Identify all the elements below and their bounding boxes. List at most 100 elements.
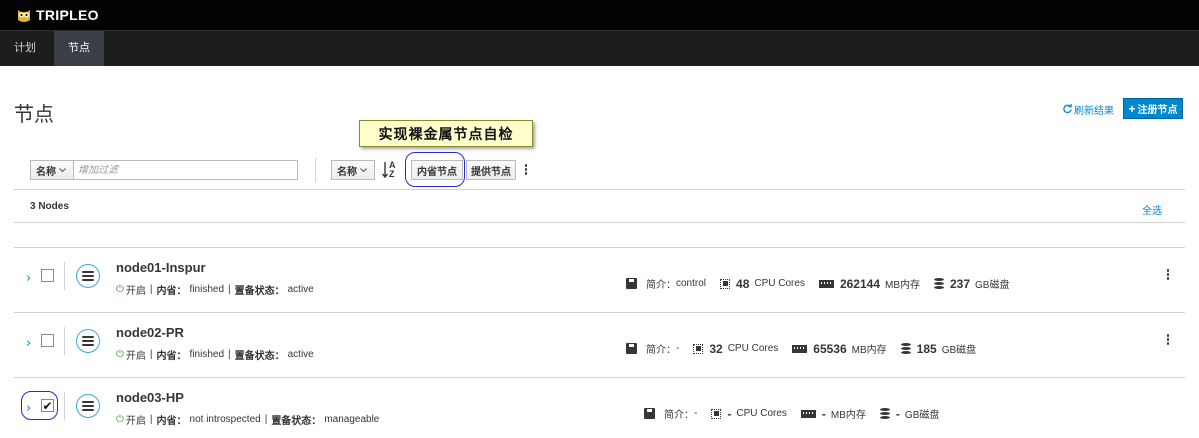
profile-icon: [626, 343, 637, 354]
expand-chevron-icon[interactable]: ›: [26, 271, 31, 286]
power-state: 开启: [125, 351, 146, 362]
introspection-label: 内省：: [156, 416, 187, 427]
provision-label: 置备状态：: [234, 286, 285, 297]
profile-value: -: [676, 343, 680, 354]
node-name: node01-Inspur: [116, 260, 206, 275]
disk-icon: [879, 407, 890, 420]
kebab-dot: [1166, 338, 1170, 341]
server-icon: [76, 329, 100, 353]
node-checkbox[interactable]: [41, 334, 54, 347]
expand-chevron-icon[interactable]: ›: [26, 401, 31, 416]
kebab-dot: [524, 164, 528, 167]
memory-unit: MB内存: [885, 280, 920, 291]
cpu-unit: CPU Cores: [727, 343, 779, 354]
profile-icon: [644, 408, 655, 419]
select-all-link[interactable]: 全选: [1142, 202, 1162, 217]
sort-icon-top: A: [389, 160, 396, 170]
power-on-icon: ⏻: [116, 349, 124, 360]
row-divider: [64, 262, 65, 290]
cpu-icon: [711, 408, 722, 419]
node-checkbox[interactable]: ✔: [41, 399, 54, 412]
owl-logo-icon: [16, 8, 32, 23]
brand[interactable]: TRIPLEO: [16, 7, 99, 23]
tab-nodes[interactable]: 节点: [54, 31, 104, 66]
kebab-dot: [1166, 269, 1170, 272]
node-kebab-menu[interactable]: [1165, 334, 1171, 345]
refresh-icon: [1063, 103, 1072, 116]
register-nodes-button[interactable]: + 注册节点: [1123, 98, 1183, 119]
register-label: 注册节点: [1137, 105, 1178, 116]
page-title: 节点: [14, 104, 54, 126]
kebab-dot: [1166, 273, 1170, 276]
profile-value: -: [694, 408, 698, 419]
node-hardware-stats: 简介： - - CPU Cores - MB内存 - GB磁盘: [644, 406, 953, 421]
profile-label: 简介：: [646, 345, 676, 356]
tab-plans[interactable]: 计划: [0, 31, 50, 66]
plus-icon: +: [1128, 101, 1136, 116]
disk-icon: [934, 277, 944, 290]
node-name: node02-PR: [116, 325, 184, 340]
provision-label: 置备状态：: [234, 351, 285, 362]
memory-unit: MB内存: [830, 410, 866, 421]
cpu-count: 48: [736, 276, 750, 291]
cpu-unit: CPU Cores: [736, 408, 787, 419]
node-status: ⏻ 开启 | 内省： not introspected | 置备状态： mana…: [116, 414, 380, 427]
chevron-down-icon: [360, 165, 367, 176]
node-hardware-stats: 简介： - 32 CPU Cores 65536 MB内存 185 GB磁盘: [626, 341, 990, 356]
node-row[interactable]: › ✔ node03-HP ⏻ 开启 | 内省： not introspecte…: [14, 378, 1199, 438]
cpu-icon: [720, 278, 731, 289]
power-on-icon: ⏻: [116, 284, 124, 295]
disk-unit: GB磁盘: [941, 345, 977, 356]
sort-alpha-icon[interactable]: A Z: [382, 161, 396, 179]
refresh-results-link[interactable]: 刷新结果: [1063, 102, 1114, 117]
introspection-state: finished: [189, 349, 224, 360]
sort-field-label: 名称: [337, 166, 357, 178]
row-divider: [64, 392, 65, 420]
introspect-nodes-button[interactable]: 内省节点: [411, 160, 463, 180]
node-kebab-menu[interactable]: [1165, 269, 1171, 280]
chevron-down-icon: [59, 165, 66, 176]
profile-icon: [626, 278, 637, 289]
provide-nodes-button[interactable]: 提供节点: [466, 160, 516, 180]
node-status: ⏻ 开启 | 内省： finished | 置备状态： active: [116, 284, 314, 297]
nav-bar: 计划 节点: [0, 30, 1199, 66]
profile-value: control: [676, 278, 707, 289]
annotation-callout: 实现裸金属节点自检: [359, 120, 533, 147]
memory-icon: [800, 409, 816, 418]
cpu-icon: [693, 343, 704, 354]
toolbar-kebab-menu[interactable]: [523, 164, 529, 175]
profile-label: 简介：: [646, 280, 676, 291]
node-checkbox[interactable]: [41, 269, 54, 282]
power-on-icon: ⏻: [116, 414, 124, 425]
power-state: 开启: [125, 286, 146, 297]
toolbar-divider-line: [14, 189, 1185, 190]
sort-field-dropdown[interactable]: 名称: [331, 160, 375, 180]
node-status: ⏻ 开启 | 内省： finished | 置备状态： active: [116, 349, 314, 362]
filter-field-label: 名称: [36, 166, 56, 178]
node-hardware-stats: 简介： control 48 CPU Cores 262144 MB内存 237…: [626, 276, 1023, 291]
filter-field-dropdown[interactable]: 名称: [30, 160, 74, 180]
disk-unit: GB磁盘: [975, 280, 1010, 291]
count-divider-line: [14, 222, 1185, 223]
profile-label: 简介：: [664, 410, 694, 421]
memory-size: 65536: [813, 341, 847, 356]
cpu-count: 32: [709, 341, 723, 356]
memory-size: 262144: [839, 276, 880, 291]
toolbar-divider: [315, 158, 316, 182]
sort-icon-bottom: Z: [389, 169, 395, 179]
cpu-unit: CPU Cores: [754, 278, 805, 289]
disk-unit: GB磁盘: [904, 410, 940, 421]
node-row[interactable]: › node02-PR ⏻ 开启 | 内省： finished | 置备状态： …: [14, 313, 1199, 378]
expand-chevron-icon[interactable]: ›: [26, 336, 31, 351]
kebab-dot: [1166, 342, 1170, 345]
provision-state: manageable: [324, 414, 380, 425]
memory-size: -: [821, 406, 826, 421]
node-row[interactable]: › node01-Inspur ⏻ 开启 | 内省： finished | 置备…: [14, 248, 1199, 313]
introspection-state: finished: [189, 284, 224, 295]
server-icon: [76, 264, 100, 288]
memory-icon: [792, 344, 808, 353]
provision-label: 置备状态：: [271, 416, 322, 427]
cpu-count: -: [727, 406, 732, 421]
filter-input[interactable]: [74, 160, 298, 180]
provision-state: active: [287, 349, 314, 360]
